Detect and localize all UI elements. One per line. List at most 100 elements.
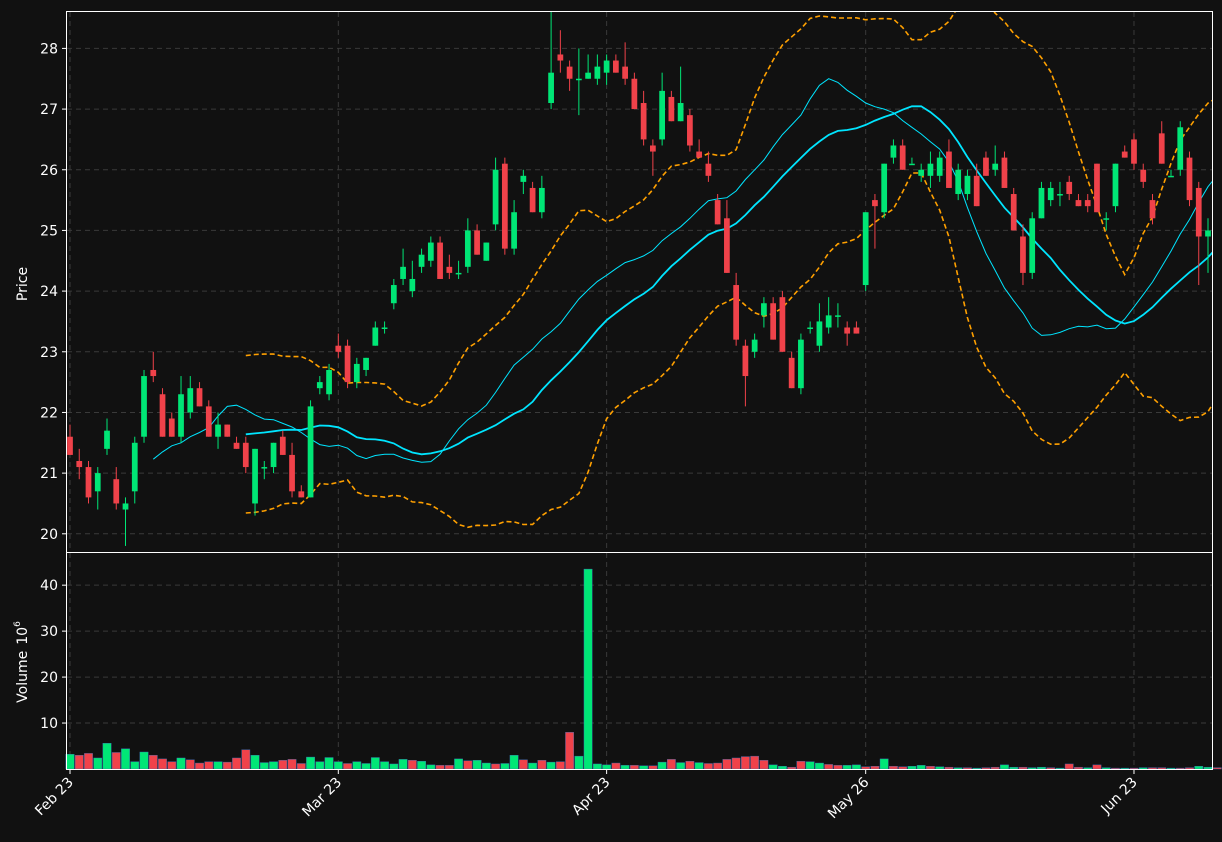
volume-bar [1194, 766, 1204, 770]
candle-body [631, 78, 638, 110]
volume-bar [750, 755, 760, 770]
volume-bar [204, 761, 214, 770]
candle-body [261, 467, 268, 469]
volume-bar [1203, 766, 1213, 770]
volume-bar [787, 766, 797, 770]
volume-bar [74, 755, 84, 770]
volume-bar [315, 761, 325, 770]
volume-bar [121, 748, 130, 770]
candle-body [85, 467, 92, 498]
volume-bar [898, 766, 908, 770]
candle-body [104, 430, 110, 449]
candle-body [159, 394, 166, 437]
volume-bar [805, 761, 815, 770]
volume-bar [509, 755, 519, 770]
volume-bar [778, 766, 787, 770]
candle-body [548, 72, 554, 104]
price-tick-label: 22 [40, 405, 58, 421]
volume-axis-label-text: Volume [15, 651, 31, 703]
candle-body [640, 103, 647, 140]
volume-bar [148, 755, 158, 770]
volume-bar [926, 766, 935, 770]
volume-axis-exponent-base: 10 [15, 627, 31, 645]
candle-body [927, 163, 934, 176]
volume-bar [759, 760, 769, 770]
volume-bar [611, 762, 621, 770]
volume-bar [398, 759, 408, 770]
candle-body [594, 66, 601, 79]
volume-bar [1074, 766, 1083, 770]
candle-body [936, 157, 943, 176]
volume-bar [981, 767, 991, 770]
candle-body [677, 103, 684, 122]
volume-bar [454, 758, 463, 770]
candle-body [622, 66, 628, 79]
candle-body [196, 388, 203, 407]
volume-bar [694, 762, 704, 770]
volume-bar [213, 761, 223, 770]
candle-body [862, 212, 869, 286]
candle-body [113, 479, 120, 504]
volume-bar [1138, 767, 1148, 770]
volume-bar [167, 761, 177, 770]
volume-bar [158, 758, 167, 770]
volume-bar [84, 753, 93, 770]
candle-body [474, 230, 480, 255]
candle-body [835, 315, 841, 317]
candle-body [696, 151, 703, 158]
candle-body [67, 436, 73, 455]
volume-bar [593, 763, 602, 770]
volume-bar [250, 755, 260, 770]
candle-body [363, 357, 369, 370]
volume-bar [1185, 767, 1194, 770]
candle-body [1149, 200, 1156, 219]
candle-body [1195, 187, 1202, 237]
volume-bar [93, 757, 103, 770]
volume-bar [444, 765, 454, 770]
candle-body [881, 163, 888, 213]
candle-body [761, 303, 767, 316]
volume-bar [842, 765, 852, 770]
candle-body [233, 442, 240, 449]
candle-body [1084, 200, 1091, 207]
volume-bar [731, 757, 741, 770]
volume-bar [1037, 766, 1046, 770]
candle-body [529, 187, 536, 213]
candle-body [714, 200, 721, 225]
candle-body [344, 345, 351, 383]
candle-body [1047, 187, 1054, 201]
candle-body [1057, 194, 1063, 196]
candle-body [650, 145, 656, 152]
volume-bar [1111, 767, 1120, 770]
candle-body [178, 394, 184, 437]
candle-body [492, 169, 499, 225]
volume-bar [861, 766, 871, 770]
price-axis-label: Price [15, 267, 31, 301]
volume-bar [852, 764, 861, 770]
candle-body [946, 151, 952, 188]
candle-body [844, 327, 851, 334]
candle-body [131, 442, 138, 492]
volume-bar [963, 767, 972, 770]
price-tick-label: 24 [40, 284, 58, 300]
volume-bar [278, 760, 288, 770]
candle-body [1010, 194, 1017, 231]
candle-body [751, 339, 758, 352]
candle-body [390, 285, 397, 304]
volume-bar [195, 762, 204, 770]
price-tick-label: 20 [40, 527, 58, 543]
candle-body [464, 230, 471, 267]
volume-bar [935, 766, 945, 770]
volume-bar [343, 763, 352, 770]
volume-bar [435, 765, 445, 770]
candle-body [1029, 218, 1036, 273]
volume-bar [537, 760, 547, 770]
volume-bar [907, 766, 917, 770]
volume-bar [704, 763, 713, 770]
volume-bar [1212, 767, 1222, 770]
candle-body [890, 145, 897, 158]
candle-body [1131, 139, 1137, 164]
volume-bar [269, 761, 278, 770]
volume-bar [361, 763, 371, 770]
volume-bar [491, 763, 500, 770]
